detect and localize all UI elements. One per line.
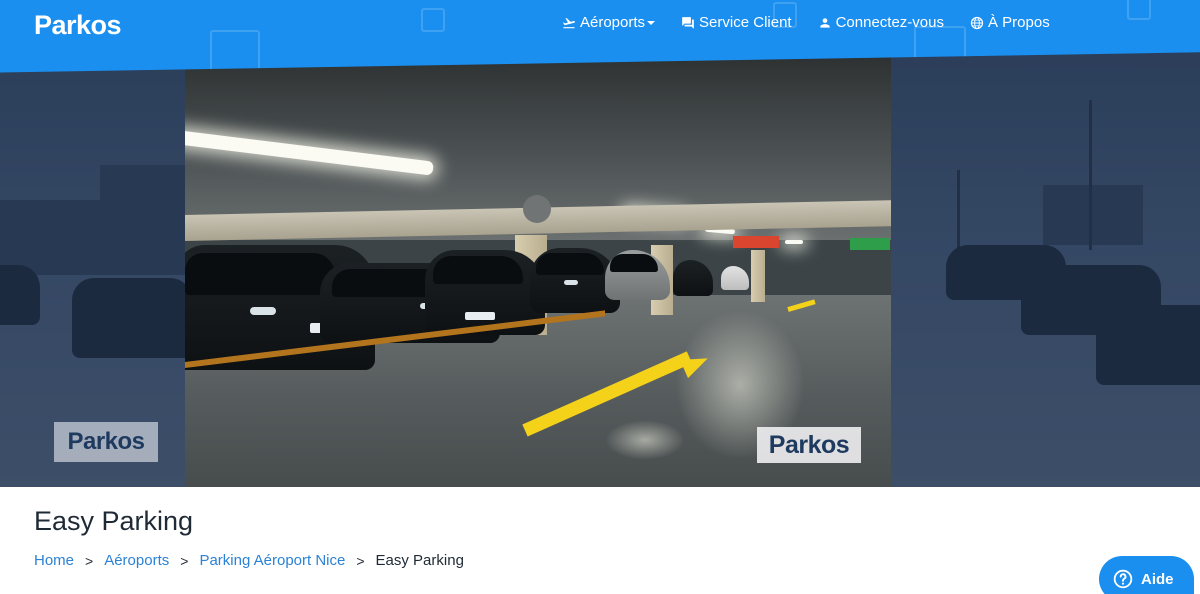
nav-item-airports[interactable]: Aéroports: [562, 14, 656, 31]
pillar: [751, 250, 765, 302]
nav-item-login[interactable]: Connectez-vous: [818, 14, 944, 31]
side-overlay: [891, 50, 1200, 487]
floor-glare: [605, 420, 685, 460]
chat-icon: [682, 16, 694, 29]
globe-icon: [970, 16, 984, 29]
breadcrumb-separator: >: [85, 552, 94, 569]
question-circle-icon: [1113, 569, 1133, 589]
parkos-logo[interactable]: Parkos: [34, 10, 122, 41]
hero-side-image-right[interactable]: [891, 50, 1200, 487]
header-decoration: [421, 8, 445, 32]
main-nav: Aéroports Service Client Connectez-vous: [562, 14, 1076, 31]
nav-item-customer-service[interactable]: Service Client: [681, 14, 792, 31]
breadcrumb-nice-parking[interactable]: Parking Aéroport Nice: [199, 552, 345, 569]
nav-item-about[interactable]: À Propos: [970, 14, 1050, 31]
nav-label-airports: Aéroports: [580, 14, 646, 31]
page-title: Easy Parking: [34, 506, 194, 536]
breadcrumb-separator: >: [180, 552, 189, 569]
hero-gallery: Parkos Parkos: [0, 50, 1200, 487]
ceiling-light: [785, 240, 803, 244]
hero-main-image[interactable]: Parkos: [185, 50, 891, 487]
chevron-down-icon: [647, 20, 656, 25]
breadcrumb-separator: >: [356, 552, 365, 569]
round-sign: [523, 195, 551, 223]
nav-label-login: Connectez-vous: [835, 14, 944, 31]
breadcrumb: Home > Aéroports > Parking Aéroport Nice…: [34, 552, 464, 569]
help-button[interactable]: Aide: [1099, 556, 1194, 594]
header-decoration: [1127, 0, 1151, 20]
watermark-logo: Parkos: [757, 427, 861, 463]
exit-sign: [733, 236, 779, 248]
user-icon: [819, 17, 830, 28]
nav-label-customer-service: Service Client: [699, 14, 792, 31]
breadcrumb-airports[interactable]: Aéroports: [104, 552, 169, 569]
parked-car: [721, 266, 749, 290]
plane-takeoff-icon: [563, 17, 575, 28]
exit-sign-green: [850, 238, 890, 250]
parked-car: [673, 260, 713, 296]
hero-side-image-left[interactable]: Parkos: [0, 50, 192, 487]
watermark-logo: Parkos: [54, 422, 158, 462]
breadcrumb-current: Easy Parking: [375, 552, 464, 569]
nav-label-about: À Propos: [988, 14, 1050, 31]
help-label: Aide: [1141, 570, 1174, 588]
breadcrumb-home[interactable]: Home: [34, 552, 74, 569]
